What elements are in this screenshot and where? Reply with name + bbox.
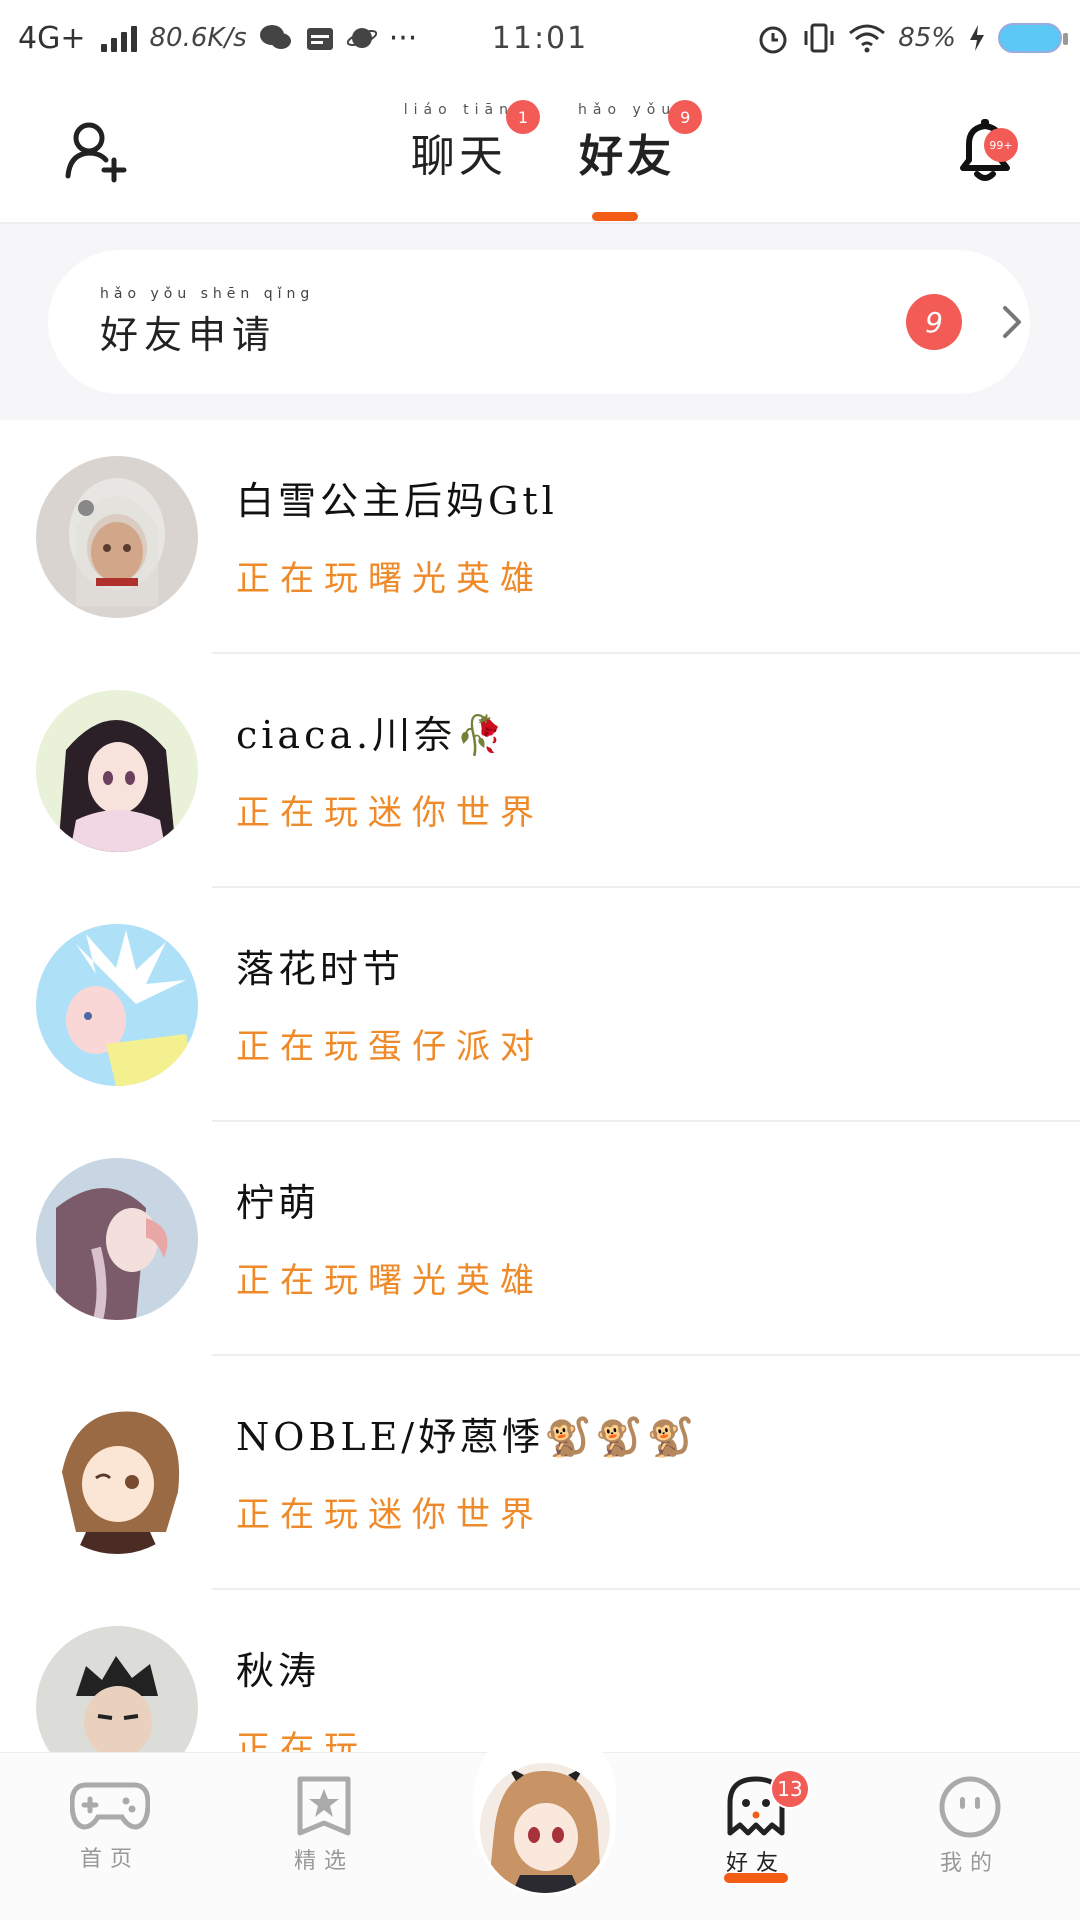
friend-name: 落花时节 bbox=[236, 947, 405, 991]
wifi-icon bbox=[849, 24, 886, 53]
nav-me[interactable]: 我的 bbox=[900, 1775, 1040, 1877]
friend-status: 正在玩曙光英雄 bbox=[236, 559, 544, 599]
network-speed: 80.6K/s bbox=[149, 23, 247, 53]
friend-name: 白雪公主后妈Gtl bbox=[236, 479, 558, 523]
notification-badge: 99+ bbox=[984, 128, 1018, 162]
friend-info: ciaca.川奈🥀 正在玩迷你世界 bbox=[236, 704, 544, 834]
nav-friends-badge: 13 bbox=[770, 1769, 810, 1809]
tab-friends-label: 好友 bbox=[579, 131, 676, 182]
network-type: 4G+ bbox=[18, 20, 86, 56]
tab-friends-badge: 9 bbox=[668, 100, 703, 134]
active-tab-indicator bbox=[592, 212, 638, 221]
battery-icon bbox=[998, 23, 1068, 53]
calendar-icon bbox=[306, 28, 333, 50]
friend-name: 柠萌 bbox=[236, 1181, 321, 1225]
tab-chat-badge: 1 bbox=[506, 100, 540, 134]
avatar bbox=[480, 1763, 610, 1893]
alarm-icon bbox=[759, 26, 787, 54]
friend-info: 柠萌 正在玩曙光英雄 bbox=[236, 1172, 544, 1302]
avatar[interactable] bbox=[36, 1392, 198, 1554]
avatar[interactable] bbox=[36, 924, 198, 1086]
more-icon: ··· bbox=[388, 20, 418, 56]
friend-requests-badge: 9 bbox=[906, 294, 962, 350]
chevron-right-icon bbox=[990, 300, 1034, 344]
signal-icon bbox=[101, 24, 138, 52]
status-bar-right: 85% bbox=[756, 21, 1068, 55]
friend-status: 正在玩迷你世界 bbox=[236, 793, 544, 833]
friend-status: 正在玩迷你世界 bbox=[236, 1495, 544, 1535]
nav-me-label: 我的 bbox=[939, 1851, 1000, 1876]
tab-chat-pinyin: liáo tiān bbox=[403, 102, 514, 118]
friend-requests-pinyin: hǎo yǒu shēn qǐng bbox=[100, 285, 315, 302]
top-header: liáo tiān 聊天 1 hǎo yǒu 好友 9 99+ bbox=[0, 76, 1080, 224]
avatar[interactable] bbox=[36, 690, 198, 852]
tab-chat[interactable]: liáo tiān 聊天 1 bbox=[403, 100, 540, 184]
status-bar: 4G+ 80.6K/s ··· 11:01 85% bbox=[0, 0, 1080, 76]
avatar[interactable] bbox=[36, 456, 198, 618]
face-icon bbox=[939, 1776, 1001, 1838]
friend-status: 正在玩蛋仔派对 bbox=[236, 1027, 544, 1067]
charging-icon bbox=[970, 25, 984, 51]
friend-info: NOBLE/妤蒽悸🐒🐒🐒 正在玩迷你世界 bbox=[236, 1406, 698, 1536]
nav-active-indicator bbox=[724, 1873, 788, 1883]
friend-row[interactable]: 落花时节 正在玩蛋仔派对 bbox=[0, 888, 1080, 1122]
star-card-icon bbox=[297, 1776, 351, 1836]
wechat-icon bbox=[259, 25, 291, 49]
friend-requests-title: hǎo yǒu shēn qǐng 好友申请 bbox=[100, 286, 314, 359]
tab-friends-pinyin: hǎo yǒu bbox=[578, 102, 677, 118]
planet-icon bbox=[346, 28, 377, 48]
friend-requests-section: hǎo yǒu shēn qǐng 好友申请 9 bbox=[0, 224, 1080, 420]
avatar[interactable] bbox=[36, 1158, 198, 1320]
tab-friends[interactable]: hǎo yǒu 好友 9 bbox=[578, 100, 703, 184]
friend-info: 白雪公主后妈Gtl 正在玩曙光英雄 bbox=[236, 470, 558, 600]
notifications-button[interactable]: 99+ bbox=[940, 106, 1030, 196]
friend-name: NOBLE/妤蒽悸🐒🐒🐒 bbox=[236, 1415, 699, 1459]
friend-status: 正在玩曙光英雄 bbox=[236, 1261, 544, 1301]
friend-name: 秋涛 bbox=[236, 1649, 321, 1693]
friend-row[interactable]: NOBLE/妤蒽悸🐒🐒🐒 正在玩迷你世界 bbox=[0, 1356, 1080, 1590]
friend-info: 落花时节 正在玩蛋仔派对 bbox=[236, 938, 544, 1068]
nav-featured[interactable]: 精选 bbox=[254, 1775, 394, 1875]
friend-row[interactable]: 白雪公主后妈Gtl 正在玩曙光英雄 bbox=[0, 420, 1080, 654]
tab-chat-label: 聊天 bbox=[410, 131, 507, 182]
top-tabs: liáo tiān 聊天 1 hǎo yǒu 好友 9 bbox=[0, 100, 1080, 184]
status-bar-left: 4G+ 80.6K/s ··· bbox=[18, 21, 417, 56]
vibrate-icon bbox=[804, 23, 834, 53]
bottom-nav: 首页 精选 13 好友 我的 bbox=[0, 1723, 1080, 1920]
nav-center-avatar-button[interactable] bbox=[474, 1723, 616, 1895]
nav-friends[interactable]: 13 好友 bbox=[686, 1769, 826, 1877]
nav-home-label: 首页 bbox=[79, 1847, 140, 1872]
friend-name: ciaca.川奈🥀 bbox=[236, 713, 508, 757]
friend-info: 秋涛 正在玩 bbox=[236, 1640, 368, 1770]
friend-row[interactable]: ciaca.川奈🥀 正在玩迷你世界 bbox=[0, 654, 1080, 888]
friend-row[interactable]: 柠萌 正在玩曙光英雄 bbox=[0, 1122, 1080, 1356]
friend-requests-label: 好友申请 bbox=[100, 312, 277, 357]
battery-percent: 85% bbox=[898, 23, 956, 53]
nav-home[interactable]: 首页 bbox=[40, 1775, 180, 1873]
gamepad-icon bbox=[70, 1782, 150, 1830]
nav-featured-label: 精选 bbox=[293, 1849, 354, 1874]
friend-requests-card[interactable]: hǎo yǒu shēn qǐng 好友申请 9 bbox=[48, 250, 1030, 394]
friend-list: 白雪公主后妈Gtl 正在玩曙光英雄 ciaca.川奈🥀 正在玩迷你世界 落花时节… bbox=[0, 420, 1080, 1824]
